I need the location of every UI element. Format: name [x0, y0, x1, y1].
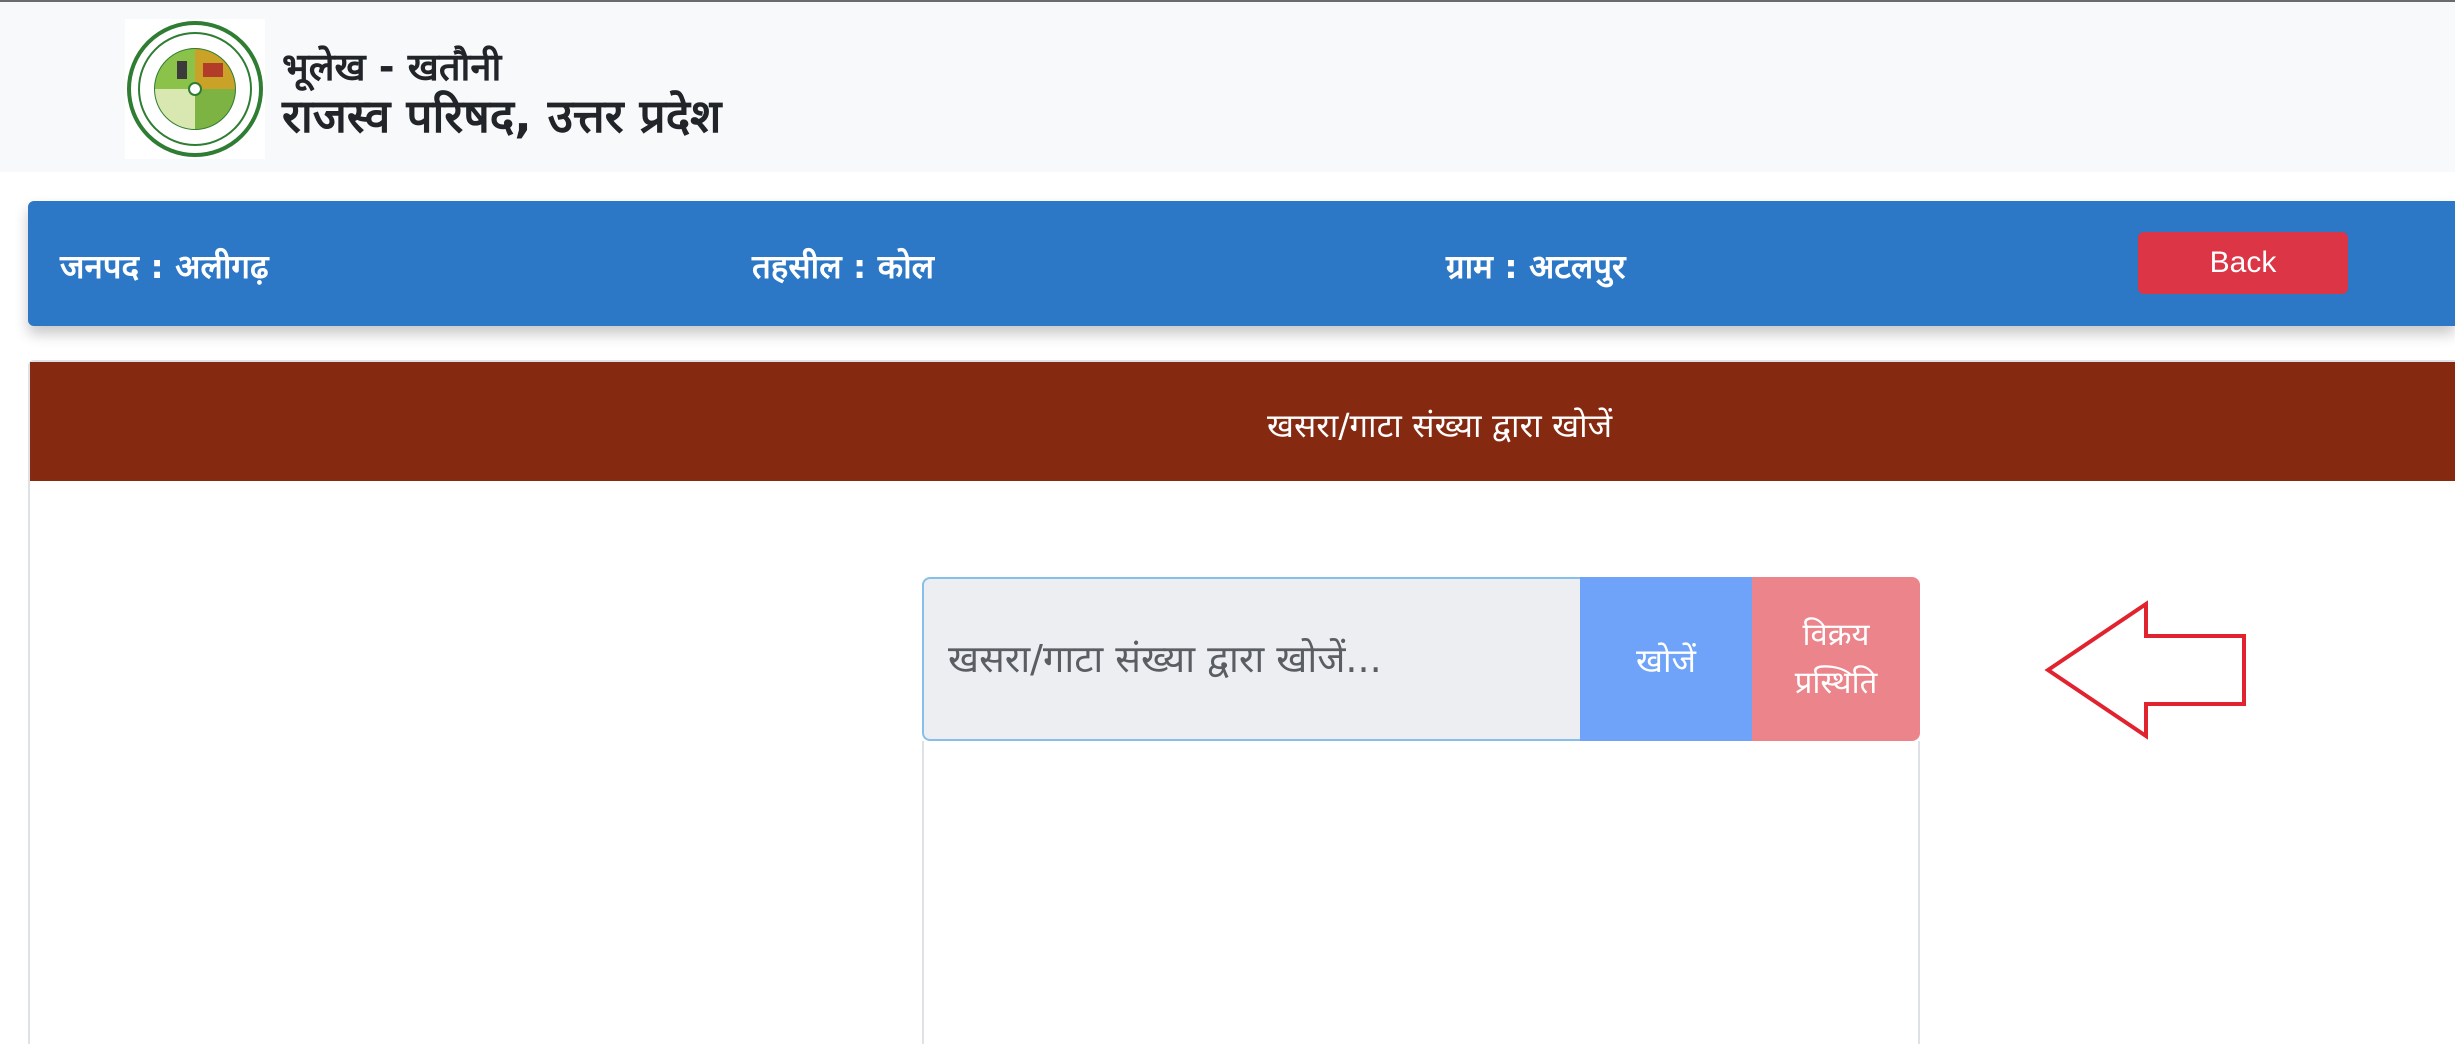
site-header: भूलेख - खतौनी राजस्व परिषद, उत्तर प्रदेश — [0, 2, 2455, 172]
rajasva-parishad-seal-icon — [125, 19, 265, 159]
back-button[interactable]: Back — [2138, 232, 2348, 294]
left-arrow-outline-icon — [2044, 600, 2246, 740]
search-results-box — [922, 741, 1920, 1044]
location-bar: जनपद : अलीगढ़ तहसील : कोल ग्राम : अटलपुर… — [28, 201, 2455, 326]
khasra-search-group: खोजें विक्रय प्रस्थिति — [922, 577, 1920, 741]
sale-status-button[interactable]: विक्रय प्रस्थिति — [1752, 577, 1920, 741]
search-card-header: खसरा/गाटा संख्या द्वारा खोजें — [30, 362, 2455, 481]
tehsil-label: तहसील : कोल — [752, 247, 935, 286]
sale-status-label-line2: प्रस्थिति — [1794, 665, 1878, 701]
district-label: जनपद : अलीगढ़ — [60, 247, 269, 286]
site-title: राजस्व परिषद, उत्तर प्रदेश — [282, 89, 722, 143]
search-button[interactable]: खोजें — [1580, 577, 1752, 741]
search-card-heading: खसरा/गाटा संख्या द्वारा खोजें — [1267, 406, 1613, 445]
sale-status-label-line1: विक्रय — [1802, 617, 1870, 653]
khasra-search-input[interactable] — [922, 577, 1580, 741]
village-label: ग्राम : अटलपुर — [1446, 247, 1626, 286]
